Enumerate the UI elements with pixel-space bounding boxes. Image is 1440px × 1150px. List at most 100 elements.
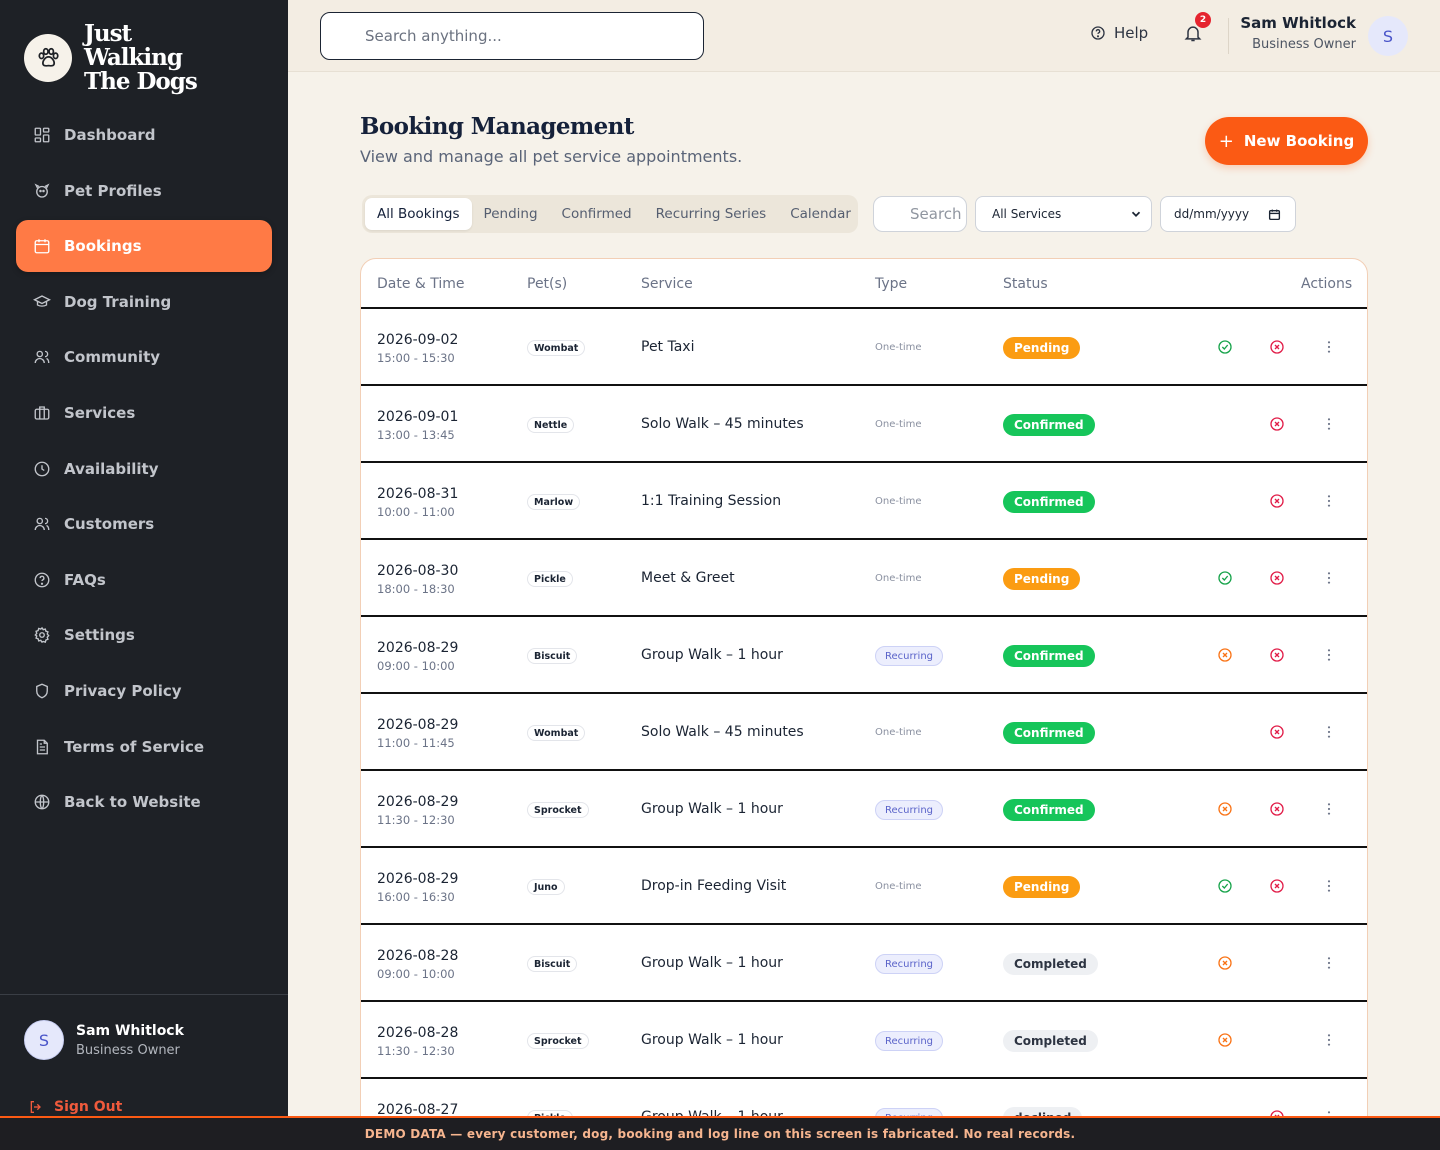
type-badge: Recurring	[875, 646, 943, 666]
brand[interactable]: Just Walking The Dogs	[24, 22, 234, 94]
new-booking-button[interactable]: + New Booking	[1205, 117, 1368, 165]
sidebar-nav: Dashboard Pet Profiles Bookings Dog Trainin…	[16, 109, 272, 832]
table-row[interactable]: 2026-09-01 13:00 - 13:45 Nettle Solo Walk –…	[361, 386, 1367, 463]
pet-chip[interactable]: Biscuit	[527, 956, 578, 972]
cancel-icon[interactable]	[1269, 724, 1285, 740]
more-icon[interactable]	[1321, 955, 1337, 971]
tab-pending[interactable]: Pending	[472, 198, 550, 230]
more-icon[interactable]	[1321, 878, 1337, 894]
pet-chip[interactable]: Wombat	[527, 725, 586, 741]
cancel-icon[interactable]	[1269, 339, 1285, 355]
service-name: Group Walk – 1 hour	[641, 955, 783, 971]
tab-recurring-series[interactable]: Recurring Series	[644, 198, 779, 230]
sidebar-item-community[interactable]: Community	[16, 331, 272, 383]
table-row[interactable]: 2026-09-02 15:00 - 15:30 Wombat Pet Taxi One…	[361, 309, 1367, 386]
type-badge: One-time	[875, 419, 922, 430]
table-row[interactable]: 2026-08-28 09:00 - 10:00 Biscuit Group Walk…	[361, 925, 1367, 1002]
help-button[interactable]: Help	[1090, 24, 1148, 42]
sidebar-item-availability[interactable]: Availability	[16, 443, 272, 495]
sidebar-item-label: Community	[64, 348, 161, 367]
sidebar-divider	[0, 994, 288, 995]
sidebar-item-terms-of-service[interactable]: Terms of Service	[16, 721, 272, 773]
service-name: Pet Taxi	[641, 339, 695, 355]
cancel-icon[interactable]	[1269, 647, 1285, 663]
pet-chip[interactable]: Marlow	[527, 494, 581, 510]
calendar-icon[interactable]	[1268, 208, 1281, 224]
sidebar-item-label: Privacy Policy	[64, 681, 182, 700]
sidebar-item-privacy-policy[interactable]: Privacy Policy	[16, 665, 272, 717]
booking-search-input[interactable]: Search	[873, 196, 967, 232]
notifications-button[interactable]: 2	[1183, 12, 1211, 48]
table-row[interactable]: 2026-08-29 11:00 - 11:45 Wombat Solo Walk –…	[361, 694, 1367, 771]
more-icon[interactable]	[1321, 570, 1337, 586]
topbar-user-role: Business Owner	[1252, 37, 1356, 52]
sidebar-item-dashboard[interactable]: Dashboard	[16, 109, 272, 161]
pet-chip[interactable]: Pickle	[527, 571, 573, 587]
pet-chip[interactable]: Wombat	[527, 340, 586, 356]
users-icon	[32, 347, 52, 367]
sign-out-button[interactable]: Sign Out	[28, 1099, 122, 1115]
type-badge: Recurring	[875, 800, 943, 820]
sidebar-item-faqs[interactable]: FAQs	[16, 554, 272, 606]
approve-icon[interactable]	[1217, 570, 1233, 586]
skip-icon[interactable]	[1217, 801, 1233, 817]
more-icon[interactable]	[1321, 493, 1337, 509]
tab-confirmed[interactable]: Confirmed	[550, 198, 644, 230]
date-filter-input[interactable]: dd/mm/yyyy	[1160, 196, 1296, 232]
pet-chip[interactable]: Juno	[527, 879, 565, 895]
users-icon	[32, 514, 52, 534]
sidebar-item-customers[interactable]: Customers	[16, 498, 272, 550]
service-name: Group Walk – 1 hour	[641, 801, 783, 817]
more-icon[interactable]	[1321, 801, 1337, 817]
tab-all-bookings[interactable]: All Bookings	[365, 198, 472, 230]
status-badge: Pending	[1003, 876, 1081, 898]
pet-chip[interactable]: Biscuit	[527, 648, 578, 664]
skip-icon[interactable]	[1217, 1032, 1233, 1048]
approve-icon[interactable]	[1217, 339, 1233, 355]
pet-chip[interactable]: Sprocket	[527, 802, 589, 818]
status-badge: Confirmed	[1003, 799, 1095, 821]
table-row[interactable]: 2026-08-30 18:00 - 18:30 Pickle Meet & Gree…	[361, 540, 1367, 617]
sidebar-item-services[interactable]: Services	[16, 387, 272, 439]
cancel-icon[interactable]	[1269, 878, 1285, 894]
booking-date: 2026-08-29	[377, 640, 459, 656]
table-row[interactable]: 2026-08-29 16:00 - 16:30 Juno Drop-in Feedi…	[361, 848, 1367, 925]
more-icon[interactable]	[1321, 647, 1337, 663]
sidebar-item-bookings[interactable]: Bookings	[16, 220, 272, 273]
more-icon[interactable]	[1321, 339, 1337, 355]
table-row[interactable]: 2026-08-29 09:00 - 10:00 Biscuit Group Walk…	[361, 617, 1367, 694]
cancel-icon[interactable]	[1269, 801, 1285, 817]
more-icon[interactable]	[1321, 416, 1337, 432]
more-icon[interactable]	[1321, 724, 1337, 740]
table-row[interactable]: 2026-08-29 11:30 - 12:30 Sprocket Group Wal…	[361, 771, 1367, 848]
cancel-icon[interactable]	[1269, 570, 1285, 586]
type-badge: One-time	[875, 881, 922, 892]
sidebar-item-pet-profiles[interactable]: Pet Profiles	[16, 165, 272, 217]
table-row[interactable]: 2026-08-28 11:30 - 12:30 Sprocket Group Wal…	[361, 1002, 1367, 1079]
table-row[interactable]: 2026-08-31 10:00 - 11:00 Marlow 1:1 Trainin…	[361, 463, 1367, 540]
approve-icon[interactable]	[1217, 878, 1233, 894]
status-badge: Completed	[1003, 953, 1098, 975]
cancel-icon[interactable]	[1269, 493, 1285, 509]
demo-data-banner: DEMO DATA — every customer, dog, booking…	[0, 1116, 1440, 1150]
help-circle-icon	[32, 570, 52, 590]
service-name: Solo Walk – 45 minutes	[641, 416, 804, 432]
sidebar-item-settings[interactable]: Settings	[16, 609, 272, 661]
pet-chip[interactable]: Nettle	[527, 417, 575, 433]
tab-calendar[interactable]: Calendar	[778, 198, 863, 230]
pet-chip[interactable]: Sprocket	[527, 1033, 589, 1049]
skip-icon[interactable]	[1217, 955, 1233, 971]
cancel-icon[interactable]	[1269, 416, 1285, 432]
sidebar-item-back-to-website[interactable]: Back to Website	[16, 776, 272, 828]
sidebar-item-dog-training[interactable]: Dog Training	[16, 276, 272, 328]
avatar[interactable]: S	[1368, 16, 1408, 56]
service-filter-select[interactable]: All Services	[975, 196, 1152, 232]
more-icon[interactable]	[1321, 1032, 1337, 1048]
global-search-input[interactable]: Search anything...	[320, 12, 704, 60]
booking-date: 2026-08-28	[377, 948, 459, 964]
sidebar-item-label: Bookings	[64, 237, 142, 256]
skip-icon[interactable]	[1217, 647, 1233, 663]
topbar-divider	[1228, 18, 1229, 54]
topbar-user[interactable]: Sam Whitlock Business Owner	[1240, 14, 1356, 52]
type-badge: One-time	[875, 342, 922, 353]
